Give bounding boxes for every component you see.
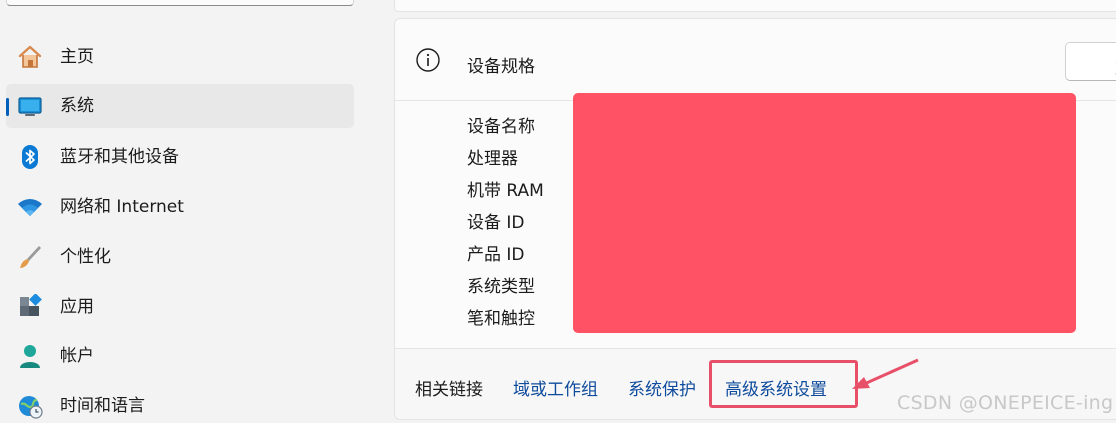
spec-label-device-name: 设备名称 [467, 117, 535, 137]
search-box[interactable] [6, 0, 354, 6]
spec-label-device-id: 设备 ID [467, 213, 525, 233]
related-links-title: 相关链接 [415, 380, 483, 400]
sidebar-item-network[interactable]: 网络和 Internet [6, 185, 354, 229]
bluetooth-icon [17, 144, 43, 170]
spec-label-processor: 处理器 [467, 149, 518, 169]
spec-label-product-id: 产品 ID [467, 245, 525, 265]
annotation-highlight-box [709, 360, 858, 408]
annotation-arrow-icon [852, 358, 919, 389]
sidebar-item-time-language[interactable]: 时间和语言 [6, 384, 354, 423]
system-display-icon [17, 93, 43, 119]
sidebar-item-system[interactable]: 系统 [6, 84, 354, 128]
section-title: 设备规格 [467, 57, 535, 77]
sidebar-item-label: 系统 [60, 96, 94, 116]
spec-label-ram: 机带 RAM [467, 181, 544, 201]
sidebar-item-home[interactable]: 主页 [6, 35, 354, 79]
home-icon [17, 44, 43, 70]
link-system-protection[interactable]: 系统保护 [628, 375, 696, 400]
link-domain-workgroup[interactable]: 域或工作组 [513, 375, 598, 400]
sidebar-item-label: 蓝牙和其他设备 [60, 147, 179, 167]
globe-clock-icon [17, 393, 43, 419]
paintbrush-icon [17, 244, 43, 270]
copy-button[interactable]: 复 [1065, 42, 1116, 81]
previous-card [394, 0, 1116, 12]
sidebar-item-label: 时间和语言 [60, 396, 145, 416]
selection-indicator [6, 98, 9, 116]
watermark: CSDN @ONEPEICE-ing [897, 392, 1114, 414]
sidebar-item-accounts[interactable]: 帐户 [6, 334, 354, 378]
apps-icon [17, 294, 43, 320]
spec-label-pen-touch: 笔和触控 [467, 309, 535, 329]
sidebar-item-label: 帐户 [60, 346, 94, 366]
sidebar-item-apps[interactable]: 应用 [6, 285, 354, 329]
sidebar-item-label: 个性化 [60, 247, 111, 267]
sidebar-item-label: 主页 [60, 47, 94, 67]
sidebar-item-label: 应用 [60, 297, 94, 317]
sidebar-item-personalization[interactable]: 个性化 [6, 235, 354, 279]
redacted-values [573, 93, 1076, 333]
sidebar-item-bluetooth[interactable]: 蓝牙和其他设备 [6, 135, 354, 179]
spec-label-system-type: 系统类型 [467, 277, 535, 297]
spec-header[interactable]: 设备规格 复 [395, 19, 1116, 101]
wifi-icon [17, 194, 43, 220]
account-icon [17, 343, 43, 369]
sidebar-item-label: 网络和 Internet [60, 197, 184, 217]
info-icon [415, 47, 441, 73]
